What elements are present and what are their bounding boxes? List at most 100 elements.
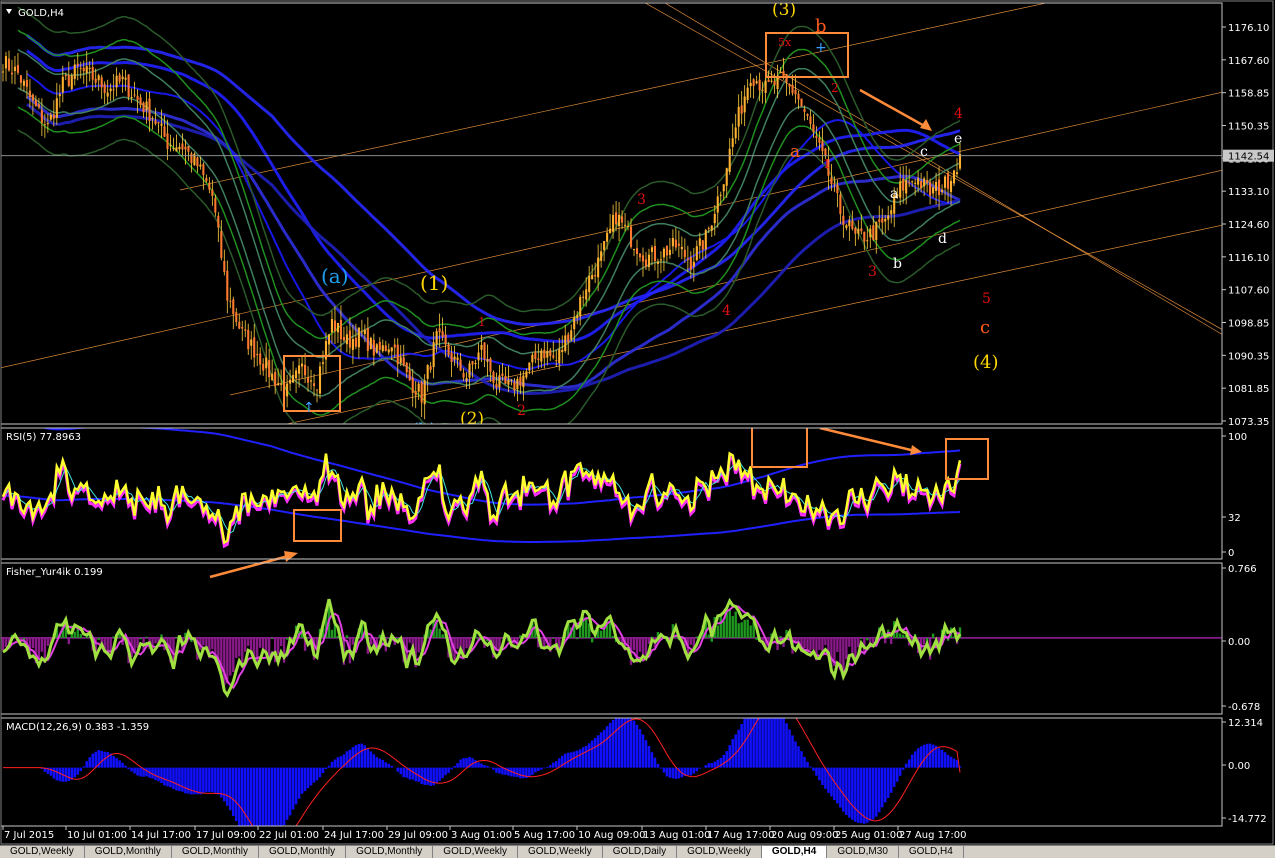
time-axis-label: 10 Aug 09:00 <box>578 830 645 841</box>
chart-tab[interactable]: GOLD,Monthly <box>172 846 260 858</box>
candle-body <box>719 194 722 196</box>
candle-body <box>588 275 591 293</box>
wave-label: (1) <box>420 271 448 295</box>
candle-body <box>277 383 280 386</box>
candle-body <box>453 356 456 360</box>
candle-body <box>510 379 513 381</box>
candle-body <box>241 327 244 329</box>
chart-tab[interactable]: GOLD,Daily <box>603 846 678 858</box>
candle-body <box>749 82 752 87</box>
candle-body <box>845 225 848 229</box>
candle-body <box>600 251 603 261</box>
candle-body <box>217 215 220 228</box>
candle-body <box>878 219 881 222</box>
candle-body <box>199 164 202 167</box>
candle-body <box>722 184 725 192</box>
candle-body <box>543 349 546 359</box>
candle-body <box>474 363 477 365</box>
candle-body <box>498 375 501 388</box>
candle-body <box>429 366 432 370</box>
chart-canvas[interactable]: ↑+(3)b5x24eca1a3d3b(a)(1)145c(4)(2)2(b) … <box>0 0 1275 845</box>
candle-body <box>208 182 211 190</box>
candle-body <box>154 120 157 124</box>
candle-body <box>447 344 450 355</box>
chart-tab[interactable]: GOLD,H4 <box>761 846 828 858</box>
chart-tab[interactable]: GOLD,H4 <box>899 846 964 858</box>
candle-body <box>345 334 348 345</box>
candle-body <box>958 154 962 169</box>
candle-body <box>465 378 468 382</box>
candle-body <box>707 228 710 230</box>
chart-tab[interactable]: GOLD,M30 <box>827 846 899 858</box>
candle-body <box>309 380 313 382</box>
candle-body <box>295 370 298 379</box>
chart-tab[interactable]: GOLD,Weekly <box>518 846 603 858</box>
wave-label: 5x <box>778 36 792 49</box>
candle-body <box>109 88 112 92</box>
candle-body <box>229 300 232 302</box>
candle-body <box>698 238 701 246</box>
candle-body <box>106 92 109 97</box>
candle-body <box>618 214 621 227</box>
chart-tab[interactable]: GOLD,Monthly <box>259 846 347 858</box>
chart-tab[interactable]: GOLD,Weekly <box>677 846 762 858</box>
wave-label: 5 <box>982 291 991 307</box>
candle-body <box>624 224 627 226</box>
candle-body <box>151 118 154 120</box>
candle-body <box>286 383 289 397</box>
candle-body <box>148 98 151 122</box>
chart-tab[interactable]: GOLD,Monthly <box>85 846 172 858</box>
candle-body <box>348 330 351 348</box>
chart-tab[interactable]: GOLD,Weekly <box>0 846 85 858</box>
candle-body <box>88 67 91 69</box>
candle-body <box>644 259 648 267</box>
candle-body <box>686 258 689 260</box>
candle-body <box>818 137 821 143</box>
candle-body <box>19 75 22 83</box>
candle-body <box>339 319 342 340</box>
wave-label: a <box>790 142 800 162</box>
candle-body <box>384 345 387 351</box>
candle-body <box>929 182 932 196</box>
candle-body <box>142 102 145 113</box>
candle-body <box>513 381 516 391</box>
candle-body <box>689 257 692 270</box>
chart-tab[interactable]: GOLD,Weekly <box>433 846 519 858</box>
candle-body <box>863 231 866 242</box>
time-axis-label: 17 Aug 17:00 <box>707 830 774 841</box>
candle-body <box>579 296 582 317</box>
candle-body <box>441 331 444 337</box>
candle-body <box>318 366 322 394</box>
price-axis-label: 1133.10 <box>1228 187 1269 198</box>
candle-body <box>378 341 381 350</box>
candle-body <box>941 189 944 192</box>
candle-body <box>746 87 749 101</box>
candle-body <box>139 97 142 105</box>
wave-label: 4 <box>954 106 963 122</box>
candle-body <box>848 220 851 227</box>
candle-body <box>812 124 815 133</box>
candle-body <box>121 76 124 80</box>
candle-body <box>955 172 959 175</box>
candle-body <box>710 225 713 231</box>
candle-body <box>417 383 420 392</box>
candle-body <box>764 80 767 93</box>
up-arrow-icon: ↑ <box>303 400 315 416</box>
candle-body <box>268 360 271 378</box>
price-axis-label: 1073.35 <box>1228 417 1269 428</box>
candle-body <box>70 75 73 90</box>
candle-body <box>178 146 181 150</box>
chart-tab[interactable]: GOLD,Monthly <box>346 846 434 858</box>
rsi-axis-label: 32 <box>1228 513 1241 524</box>
candle-body <box>911 181 914 183</box>
candle-body <box>920 181 923 189</box>
price-axis-label: 1098.85 <box>1228 319 1269 330</box>
candle-body <box>304 364 307 376</box>
candle-body <box>615 212 618 225</box>
candle-body <box>492 371 495 383</box>
candle-body <box>312 383 316 386</box>
candle-body <box>468 363 471 378</box>
candle-body <box>73 64 76 79</box>
candle-body <box>381 345 384 352</box>
candle-body <box>450 352 453 362</box>
